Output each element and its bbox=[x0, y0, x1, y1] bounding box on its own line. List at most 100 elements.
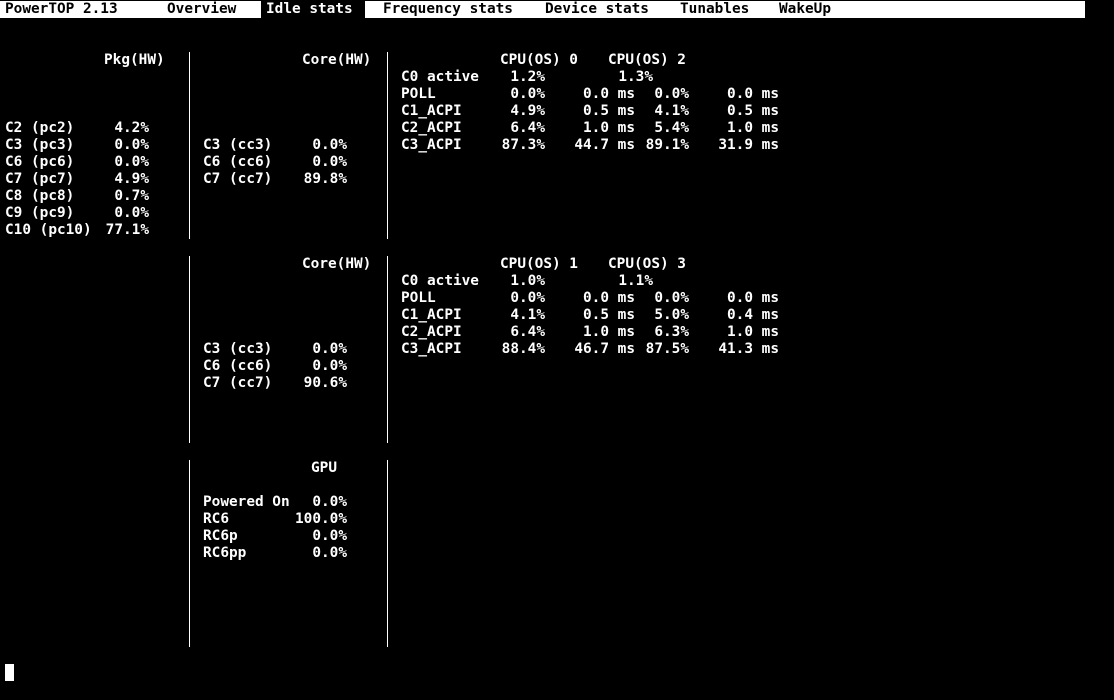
cpu-state-pct: 1.1% bbox=[618, 273, 653, 289]
pkg-state-label: C7 (pc7) bbox=[5, 171, 75, 187]
cpu-state-label: C3_ACPI bbox=[401, 341, 462, 357]
cpu-header: CPU(OS) 3 bbox=[608, 256, 686, 272]
separator-gpu-left bbox=[189, 460, 190, 647]
cpu-state-time: 1.0 ms bbox=[583, 324, 635, 340]
core-state-label: C6 (cc6) bbox=[203, 358, 273, 374]
cpu-state-time: 31.9 ms bbox=[718, 137, 779, 153]
separator-pkg-core-2 bbox=[189, 256, 190, 443]
separator-gpu-right bbox=[387, 460, 388, 647]
gpu-state-value: 0.0% bbox=[312, 545, 347, 561]
pkg-state-value: 0.0% bbox=[114, 205, 149, 221]
gpu-state-value: 0.0% bbox=[312, 494, 347, 510]
cpu-state-pct: 87.5% bbox=[645, 341, 689, 357]
core-state-value: 0.0% bbox=[312, 341, 347, 357]
core-state-value: 0.0% bbox=[312, 154, 347, 170]
cpu-state-pct: 87.3% bbox=[501, 137, 545, 153]
cpu-state-pct: 6.3% bbox=[654, 324, 689, 340]
pkg-header: Pkg(HW) bbox=[104, 52, 165, 68]
tab-wakeup[interactable]: WakeUp bbox=[779, 1, 831, 18]
app-title: PowerTOP 2.13 bbox=[5, 1, 118, 17]
cpu-state-pct: 6.4% bbox=[510, 324, 545, 340]
pkg-state-label: C10 (pc10) bbox=[5, 222, 92, 238]
gpu-header: GPU bbox=[311, 460, 337, 476]
cpu-state-time: 1.0 ms bbox=[727, 120, 779, 136]
cpu-state-time: 41.3 ms bbox=[718, 341, 779, 357]
cpu-state-pct: 88.4% bbox=[501, 341, 545, 357]
core-header: Core(HW) bbox=[302, 256, 372, 272]
cpu-state-pct: 4.1% bbox=[510, 307, 545, 323]
pkg-state-label: C3 (pc3) bbox=[5, 137, 75, 153]
cpu-state-pct: 0.0% bbox=[510, 86, 545, 102]
core-state-value: 0.0% bbox=[312, 358, 347, 374]
core-header: Core(HW) bbox=[302, 52, 372, 68]
cpu-state-label: C3_ACPI bbox=[401, 137, 462, 153]
separator-pkg-core-1 bbox=[189, 52, 190, 239]
pkg-state-value: 77.1% bbox=[105, 222, 149, 238]
core-state-label: C7 (cc7) bbox=[203, 171, 273, 187]
cpu-state-time: 0.5 ms bbox=[583, 103, 635, 119]
pkg-state-label: C6 (pc6) bbox=[5, 154, 75, 170]
core-state-value: 90.6% bbox=[303, 375, 347, 391]
pkg-state-value: 0.0% bbox=[114, 137, 149, 153]
cpu-state-label: C0 active bbox=[401, 69, 479, 85]
cpu-state-time: 0.0 ms bbox=[583, 86, 635, 102]
cpu-state-time: 0.5 ms bbox=[583, 307, 635, 323]
core-state-label: C3 (cc3) bbox=[203, 341, 273, 357]
tab-idle-stats[interactable]: Idle stats bbox=[261, 1, 365, 18]
cpu-state-pct: 4.1% bbox=[654, 103, 689, 119]
core-state-value: 0.0% bbox=[312, 137, 347, 153]
gpu-state-label: Powered On bbox=[203, 494, 290, 510]
menu-bar: PowerTOP 2.13 Overview Idle stats Freque… bbox=[0, 1, 1085, 18]
gpu-state-label: RC6p bbox=[203, 528, 238, 544]
cpu-state-time: 46.7 ms bbox=[574, 341, 635, 357]
gpu-state-value: 0.0% bbox=[312, 528, 347, 544]
cpu-state-label: C2_ACPI bbox=[401, 324, 462, 340]
tab-frequency-stats[interactable]: Frequency stats bbox=[383, 1, 513, 18]
cpu-header: CPU(OS) 0 bbox=[500, 52, 578, 68]
pkg-state-value: 4.9% bbox=[114, 171, 149, 187]
cpu-state-pct: 1.3% bbox=[618, 69, 653, 85]
cpu-state-time: 0.0 ms bbox=[727, 290, 779, 306]
tab-tunables[interactable]: Tunables bbox=[680, 1, 749, 18]
separator-core-cpu-1 bbox=[387, 52, 388, 239]
cpu-state-time: 1.0 ms bbox=[583, 120, 635, 136]
cpu-state-pct: 0.0% bbox=[654, 290, 689, 306]
cpu-state-pct: 5.0% bbox=[654, 307, 689, 323]
terminal-cursor bbox=[5, 664, 14, 681]
cpu-state-pct: 1.2% bbox=[510, 69, 545, 85]
pkg-state-label: C2 (pc2) bbox=[5, 120, 75, 136]
cpu-state-label: C2_ACPI bbox=[401, 120, 462, 136]
separator-core-cpu-2 bbox=[387, 256, 388, 443]
cpu-state-pct: 4.9% bbox=[510, 103, 545, 119]
cpu-state-time: 0.5 ms bbox=[727, 103, 779, 119]
cpu-header: CPU(OS) 2 bbox=[608, 52, 686, 68]
cpu-state-label: C0 active bbox=[401, 273, 479, 289]
cpu-state-pct: 6.4% bbox=[510, 120, 545, 136]
pkg-state-value: 4.2% bbox=[114, 120, 149, 136]
cpu-state-time: 0.0 ms bbox=[583, 290, 635, 306]
pkg-state-value: 0.7% bbox=[114, 188, 149, 204]
core-state-label: C6 (cc6) bbox=[203, 154, 273, 170]
cpu-state-time: 0.0 ms bbox=[727, 86, 779, 102]
pkg-state-value: 0.0% bbox=[114, 154, 149, 170]
cpu-state-pct: 1.0% bbox=[510, 273, 545, 289]
cpu-state-time: 1.0 ms bbox=[727, 324, 779, 340]
core-state-label: C3 (cc3) bbox=[203, 137, 273, 153]
gpu-state-label: RC6pp bbox=[203, 545, 247, 561]
core-state-value: 89.8% bbox=[303, 171, 347, 187]
tab-overview[interactable]: Overview bbox=[167, 1, 236, 18]
cpu-state-time: 44.7 ms bbox=[574, 137, 635, 153]
gpu-state-value: 100.0% bbox=[295, 511, 347, 527]
tab-device-stats[interactable]: Device stats bbox=[545, 1, 649, 18]
cpu-state-pct: 0.0% bbox=[654, 86, 689, 102]
cpu-state-label: C1_ACPI bbox=[401, 103, 462, 119]
cpu-header: CPU(OS) 1 bbox=[500, 256, 578, 272]
cpu-state-label: C1_ACPI bbox=[401, 307, 462, 323]
cpu-state-label: POLL bbox=[401, 290, 436, 306]
cpu-state-pct: 0.0% bbox=[510, 290, 545, 306]
cpu-state-pct: 5.4% bbox=[654, 120, 689, 136]
core-state-label: C7 (cc7) bbox=[203, 375, 273, 391]
pkg-state-label: C9 (pc9) bbox=[5, 205, 75, 221]
gpu-state-label: RC6 bbox=[203, 511, 229, 527]
cpu-state-pct: 89.1% bbox=[645, 137, 689, 153]
